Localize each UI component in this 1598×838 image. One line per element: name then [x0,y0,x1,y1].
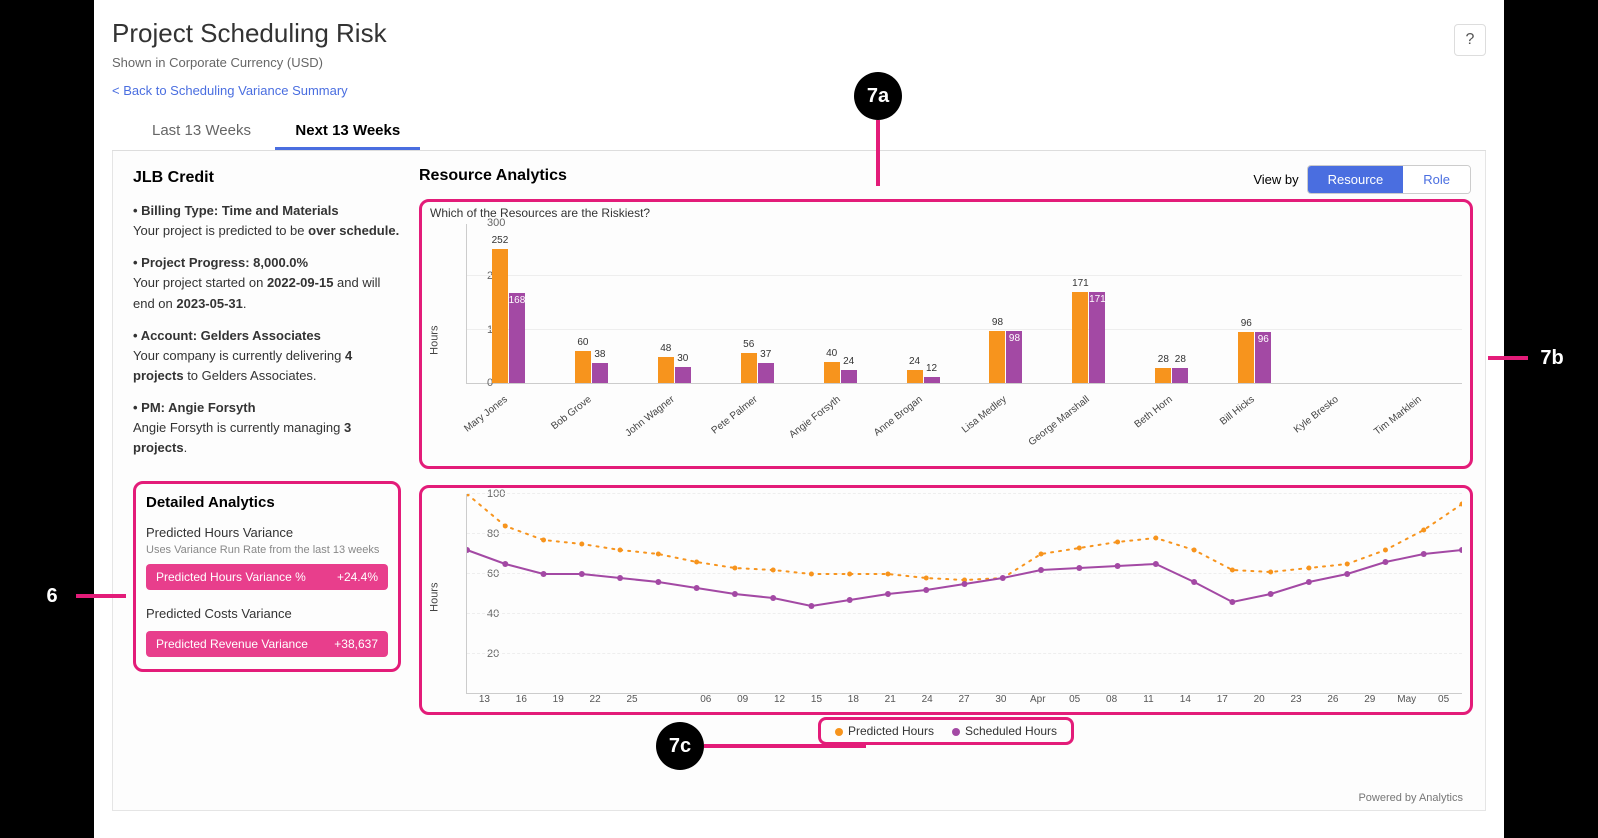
predicted-hours-variance-value: +24.4% [337,570,378,584]
predicted-hours-variance-label: Predicted Hours Variance % [156,570,306,584]
hours-trend-line-chart-panel: Hours 20406080100 1316192225060912151821… [419,485,1473,715]
account-info: Account: Gelders Associates Your company… [133,326,401,386]
pm-info: PM: Angie Forsyth Angie Forsyth is curre… [133,398,401,458]
resource-bar-chart-panel: Which of the Resources are the Riskiest?… [419,199,1473,469]
line-chart-ylabel: Hours [429,583,441,612]
legend-dot-orange [835,728,843,736]
predicted-revenue-variance-row[interactable]: Predicted Revenue Variance +38,637 [146,631,388,657]
tabs: Last 13 Weeks Next 13 Weeks [112,112,1486,151]
callout-6: 6 [28,572,76,620]
callout-7a: 7a [854,72,902,120]
predicted-hours-variance-row[interactable]: Predicted Hours Variance % +24.4% [146,564,388,590]
bar-chart-title: Which of the Resources are the Riskiest? [422,202,1470,220]
help-button[interactable]: ? [1454,24,1486,56]
predicted-hours-variance-title: Predicted Hours Variance [146,525,388,540]
predicted-costs-variance-title: Predicted Costs Variance [146,606,388,621]
callout-7b-line [1488,356,1528,360]
page-title: Project Scheduling Risk [112,18,1486,49]
callout-7a-line [876,120,880,186]
legend-scheduled-hours: Scheduled Hours [952,724,1057,738]
bar-chart-ylabel: Hours [429,326,441,355]
callout-7b: 7b [1528,334,1576,382]
predicted-revenue-variance-value: +38,637 [334,637,378,651]
view-by-role-button[interactable]: Role [1403,166,1470,193]
tab-next-13-weeks[interactable]: Next 13 Weeks [275,112,420,150]
hours-trend-line-chart: Hours 20406080100 1316192225060912151821… [422,488,1470,712]
view-by-resource-button[interactable]: Resource [1308,166,1404,193]
progress-info: Project Progress: 8,000.0% Your project … [133,253,401,313]
view-by-label: View by [1253,172,1298,187]
back-link[interactable]: < Back to Scheduling Variance Summary [112,83,348,98]
callout-6-line [76,594,126,598]
tab-last-13-weeks[interactable]: Last 13 Weeks [132,112,271,147]
callout-7c-line [704,744,866,748]
legend-dot-purple [952,728,960,736]
predicted-hours-variance-sub: Uses Variance Run Rate from the last 13 … [146,544,388,556]
resource-bar-chart: Hours 0100200300252168603848305637402424… [422,220,1470,466]
line-chart-legend: Predicted Hours Scheduled Hours [818,717,1074,745]
detailed-analytics-heading: Detailed Analytics [146,494,388,511]
callout-7c: 7c [656,722,704,770]
billing-info: Billing Type: Time and Materials Your pr… [133,201,401,241]
legend-predicted-hours: Predicted Hours [835,724,934,738]
view-by-control: View by Resource Role [1253,165,1471,194]
project-name: JLB Credit [133,169,401,187]
powered-by-label: Powered by Analytics [1358,792,1463,804]
detailed-analytics-panel: Detailed Analytics Predicted Hours Varia… [133,481,401,672]
page-subtitle: Shown in Corporate Currency (USD) [112,55,1486,70]
predicted-revenue-variance-label: Predicted Revenue Variance [156,637,308,651]
